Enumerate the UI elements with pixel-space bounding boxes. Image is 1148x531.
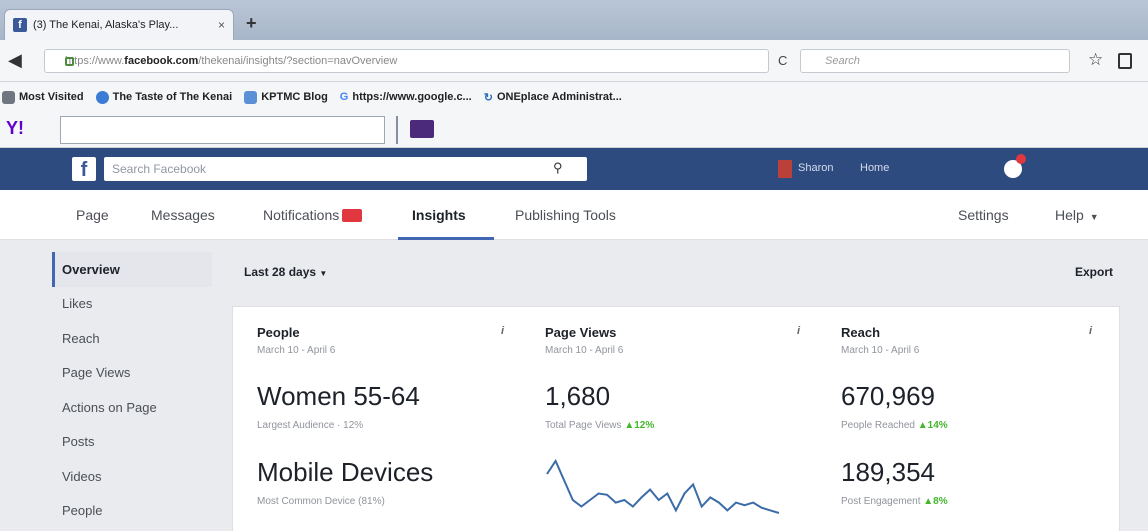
page-views-card[interactable]: Page Views i March 10 - April 6 1,680 To…	[521, 307, 817, 531]
tab-publishing-tools[interactable]: Publishing Tools	[515, 207, 616, 223]
browser-tab[interactable]: f (3) The Kenai, Alaska's Play... ×	[4, 9, 234, 40]
browser-nav-bar: ◀ https://www.facebook.com/thekenai/insi…	[0, 40, 1148, 82]
folder-icon	[2, 90, 15, 104]
bookmarks-toolbar: Most Visited The Taste of The Kenai KPTM…	[0, 82, 1148, 112]
reload-icon[interactable]: C	[778, 53, 787, 68]
post-engagement-label: Post Engagement ▲8%	[841, 496, 948, 507]
caret-down-icon: ▼	[1089, 212, 1099, 222]
largest-audience-value: Women 55-64	[257, 381, 420, 411]
reach-card[interactable]: Reach i March 10 - April 6 670,969 Peopl…	[817, 307, 1113, 531]
sidebar-item-reach[interactable]: Reach	[52, 321, 212, 356]
sidebar-item-likes[interactable]: Likes	[52, 287, 212, 322]
top-device-value: Mobile Devices	[257, 457, 434, 487]
back-arrow-icon[interactable]: ◀	[8, 50, 22, 71]
facebook-favicon-icon: f	[13, 18, 27, 32]
profile-link[interactable]: Sharon	[798, 162, 833, 174]
help-menu[interactable]: Help ▼	[1055, 207, 1099, 223]
post-engagement-value: 189,354	[841, 457, 935, 487]
yahoo-search-button[interactable]	[410, 120, 434, 138]
lock-icon	[65, 57, 74, 66]
sidebar-item-posts[interactable]: Posts	[52, 425, 212, 460]
url-path: /thekenai/insights/?section=navOverview	[198, 55, 398, 67]
bookmark-most-visited[interactable]: Most Visited	[2, 90, 84, 104]
change-up-indicator: ▲12%	[624, 420, 655, 431]
page-views-label: Total Page Views ▲12%	[545, 420, 655, 431]
card-title: Reach	[841, 325, 881, 340]
notification-badge	[1016, 154, 1026, 164]
notification-count-badge	[342, 209, 363, 222]
new-tab-button[interactable]: +	[246, 13, 257, 34]
sidebar-item-overview[interactable]: Overview	[52, 252, 212, 287]
search-icon[interactable]: ⚲	[553, 160, 563, 176]
info-icon[interactable]: i	[797, 325, 800, 337]
tab-close-icon[interactable]: ×	[218, 18, 225, 32]
facebook-logo-icon[interactable]: f	[72, 157, 96, 181]
bookmark-kptmc-blog[interactable]: KPTMC Blog	[244, 90, 328, 104]
active-tab-indicator	[398, 237, 494, 240]
tab-title: (3) The Kenai, Alaska's Play...	[33, 19, 179, 31]
bookmark-star-icon[interactable]: ☆	[1088, 50, 1103, 70]
tab-page[interactable]: Page	[76, 207, 109, 223]
browser-search-input[interactable]: Search	[800, 49, 1070, 73]
summary-panel: People i March 10 - April 6 Women 55-64 …	[232, 306, 1120, 531]
tab-notifications[interactable]: Notifications	[263, 207, 363, 223]
sidebar-item-videos[interactable]: Videos	[52, 459, 212, 494]
page-nav: Page Messages Notifications Insights Pub…	[0, 190, 1148, 240]
refresh-icon: ↻	[483, 91, 493, 104]
tab-messages[interactable]: Messages	[151, 207, 215, 223]
date-range-dropdown[interactable]: Last 28 days ▼	[244, 265, 327, 279]
largest-audience-label: Largest Audience · 12%	[257, 420, 364, 431]
blog-icon	[244, 90, 258, 104]
card-title: Page Views	[545, 325, 617, 340]
address-bar[interactable]: https://www.facebook.com/thekenai/insigh…	[44, 49, 769, 73]
export-button[interactable]: Export	[1075, 265, 1113, 279]
caret-down-icon: ▼	[319, 269, 328, 278]
globe-icon	[95, 90, 109, 104]
change-up-indicator: ▲8%	[923, 496, 948, 507]
bookmark-oneplace[interactable]: ↻ ONEplace Administrat...	[484, 91, 622, 104]
yahoo-logo-icon[interactable]: Y!	[6, 118, 46, 140]
browser-tab-bar: f (3) The Kenai, Alaska's Play... × +	[0, 0, 1148, 40]
sidebar-item-people[interactable]: People	[52, 494, 212, 529]
card-date: March 10 - April 6	[257, 345, 336, 356]
tab-insights[interactable]: Insights	[412, 207, 466, 223]
toolbar-divider	[396, 116, 398, 144]
info-icon[interactable]: i	[501, 325, 504, 337]
avatar[interactable]	[778, 160, 792, 178]
clipboard-icon[interactable]	[1118, 53, 1132, 69]
card-title: People	[257, 325, 300, 340]
tab-settings[interactable]: Settings	[958, 207, 1009, 223]
page-views-sparkline	[546, 458, 780, 514]
info-icon[interactable]: i	[1089, 325, 1092, 337]
top-device-label: Most Common Device (81%)	[257, 496, 385, 507]
card-date: March 10 - April 6	[545, 345, 624, 356]
page-views-value: 1,680	[545, 381, 611, 411]
people-reached-value: 670,969	[841, 381, 935, 411]
change-up-indicator: ▲14%	[917, 420, 948, 431]
url-domain: facebook.com	[124, 55, 199, 67]
facebook-search-input[interactable]: Search Facebook	[104, 157, 587, 181]
people-reached-label: People Reached ▲14%	[841, 420, 948, 431]
people-card[interactable]: People i March 10 - April 6 Women 55-64 …	[233, 307, 529, 531]
yahoo-search-input[interactable]	[60, 116, 385, 144]
sidebar-item-actions-on-page[interactable]: Actions on Page	[52, 390, 212, 425]
bookmark-taste-of-kenai[interactable]: The Taste of The Kenai	[95, 90, 232, 104]
bookmark-google[interactable]: Ghttps://www.google.c...	[340, 91, 472, 103]
sidebar-item-page-views[interactable]: Page Views	[52, 356, 212, 391]
card-date: March 10 - April 6	[841, 345, 920, 356]
facebook-top-bar: f Search Facebook ⚲ Sharon Home	[0, 148, 1148, 190]
home-link[interactable]: Home	[860, 162, 889, 174]
insights-sidebar: Overview Likes Reach Page Views Actions …	[52, 252, 212, 528]
yahoo-toolbar: Y!	[0, 112, 1148, 148]
google-icon: G	[339, 91, 349, 103]
